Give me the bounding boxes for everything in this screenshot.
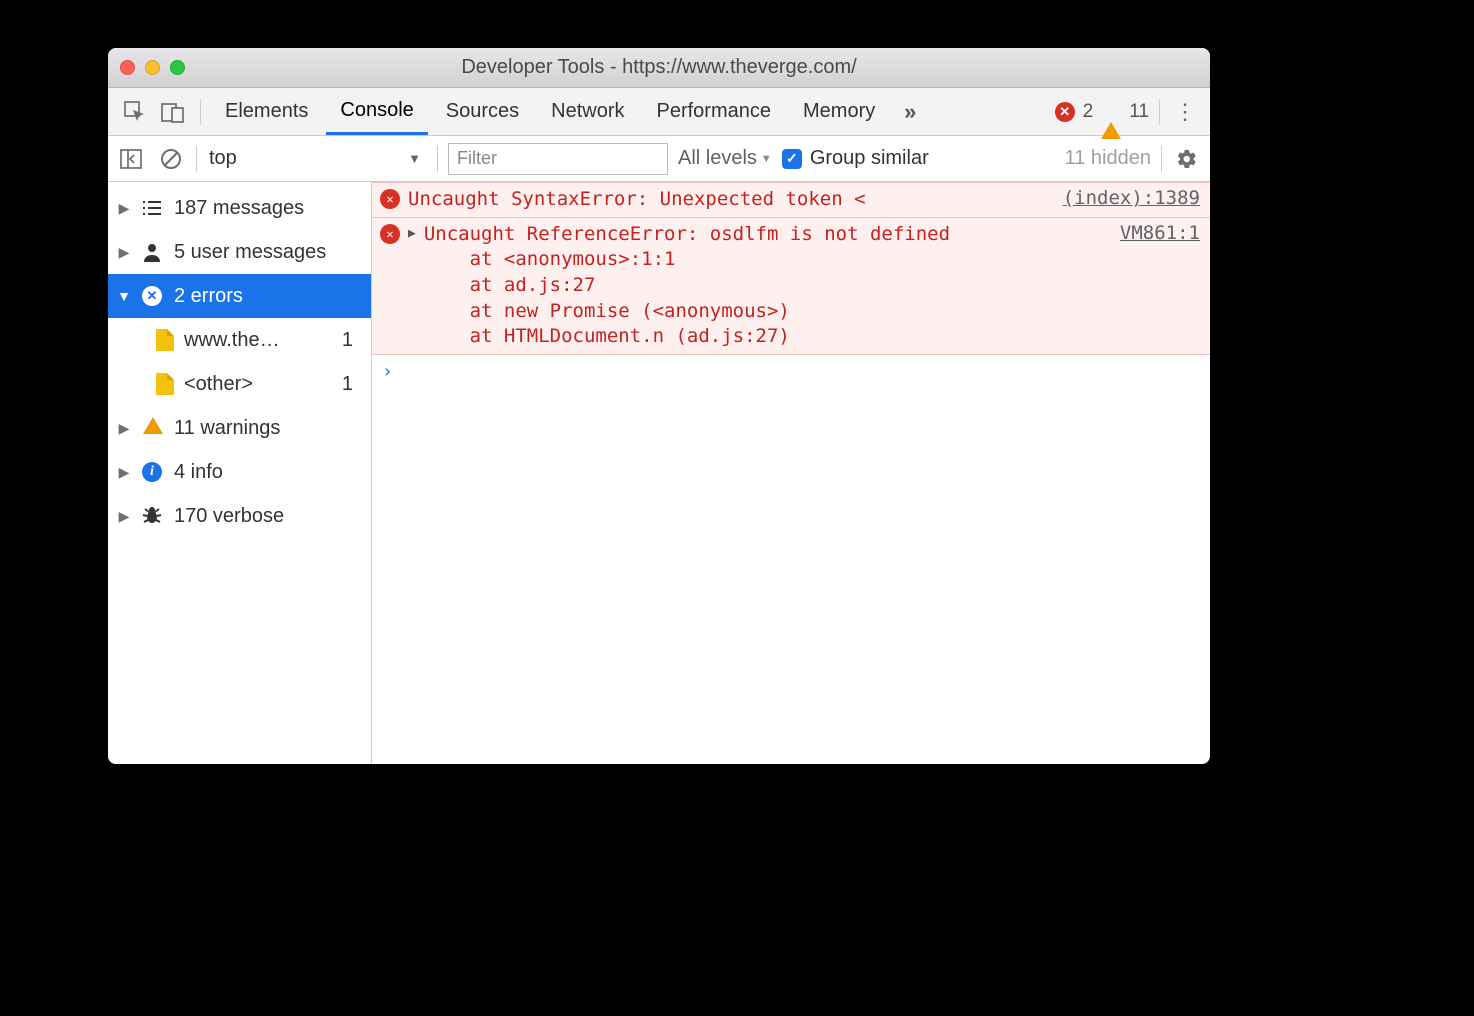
sidebar-item-warnings[interactable]: ▶ 11 warnings [108, 406, 371, 450]
separator [1159, 99, 1160, 125]
source-name: www.the… [184, 329, 280, 352]
console-sidebar: ▶ 187 messages ▶ 5 user messages ▼ ✕ 2 e… [108, 182, 372, 764]
disclosure-icon: ▼ [116, 288, 132, 304]
console-prompt[interactable]: › [372, 355, 1210, 388]
checkbox-checked-icon: ✓ [782, 149, 802, 169]
tab-elements[interactable]: Elements [211, 88, 322, 135]
message-source-link[interactable]: (index):1389 [1063, 187, 1200, 213]
info-icon: i [142, 462, 164, 482]
sidebar-item-user-messages[interactable]: ▶ 5 user messages [108, 230, 371, 274]
devtools-tabbar: Elements Console Sources Network Perform… [108, 88, 1210, 136]
console-output: ✕ Uncaught SyntaxError: Unexpected token… [372, 182, 1210, 764]
disclosure-icon: ▶ [116, 244, 132, 261]
sidebar-item-label: 2 errors [174, 285, 243, 308]
levels-label: All levels [678, 147, 757, 170]
console-toolbar: top ▼ All levels ▼ ✓ Group similar 11 hi… [108, 136, 1210, 182]
user-icon [142, 242, 164, 262]
devtools-window: Developer Tools - https://www.theverge.c… [108, 48, 1210, 764]
message-text: Uncaught SyntaxError: Unexpected token < [408, 187, 1055, 213]
disclosure-icon: ▶ [116, 464, 132, 481]
dropdown-icon: ▼ [408, 151, 421, 166]
message-text: Uncaught ReferenceError: osdlfm is not d… [424, 222, 1112, 350]
sidebar-item-label: 11 warnings [174, 417, 280, 440]
source-count: 1 [342, 329, 353, 352]
close-window-button[interactable] [120, 60, 135, 75]
tab-memory[interactable]: Memory [789, 88, 889, 135]
list-icon [142, 200, 164, 216]
sidebar-item-info[interactable]: ▶ i 4 info [108, 450, 371, 494]
sidebar-item-label: 187 messages [174, 197, 304, 220]
error-icon: ✕ [142, 286, 164, 306]
console-error-message[interactable]: ✕ Uncaught SyntaxError: Unexpected token… [372, 182, 1210, 218]
expand-icon[interactable]: ▶ [408, 226, 416, 350]
toggle-sidebar-icon[interactable] [116, 144, 146, 174]
sidebar-item-label: 5 user messages [174, 241, 326, 264]
clear-console-icon[interactable] [156, 144, 186, 174]
error-icon: ✕ [380, 189, 400, 209]
error-count: 2 [1083, 101, 1094, 123]
separator [1161, 146, 1162, 172]
group-similar-toggle[interactable]: ✓ Group similar [782, 147, 929, 170]
error-icon: ✕ [1055, 102, 1075, 122]
separator [200, 99, 201, 125]
tab-console[interactable]: Console [326, 88, 427, 135]
tab-network[interactable]: Network [537, 88, 638, 135]
kebab-menu-icon[interactable]: ⋮ [1170, 99, 1200, 125]
prompt-icon: › [382, 361, 393, 382]
disclosure-icon: ▶ [116, 420, 132, 437]
context-label: top [209, 147, 237, 170]
sidebar-error-source[interactable]: www.the… 1 [108, 318, 371, 362]
dropdown-icon: ▼ [761, 153, 772, 165]
execution-context-selector[interactable]: top ▼ [207, 144, 427, 174]
source-name: <other> [184, 373, 253, 396]
device-toolbar-icon[interactable] [156, 97, 190, 127]
tabs-overflow-icon[interactable]: » [893, 97, 927, 127]
tab-performance[interactable]: Performance [643, 88, 786, 135]
error-icon: ✕ [380, 224, 400, 244]
sidebar-item-errors[interactable]: ▼ ✕ 2 errors [108, 274, 371, 318]
file-icon [156, 373, 174, 395]
titlebar: Developer Tools - https://www.theverge.c… [108, 48, 1210, 88]
group-similar-label: Group similar [810, 147, 929, 170]
disclosure-icon: ▶ [116, 200, 132, 217]
sidebar-item-verbose[interactable]: ▶ 170 verbose [108, 494, 371, 538]
sidebar-item-messages[interactable]: ▶ 187 messages [108, 186, 371, 230]
sidebar-item-label: 170 verbose [174, 505, 284, 528]
source-count: 1 [342, 373, 353, 396]
warning-icon [142, 417, 164, 440]
zoom-window-button[interactable] [170, 60, 185, 75]
warning-icon [1101, 101, 1121, 139]
separator [196, 146, 197, 172]
separator [437, 146, 438, 172]
file-icon [156, 329, 174, 351]
console-error-message[interactable]: ✕ ▶ Uncaught ReferenceError: osdlfm is n… [372, 218, 1210, 355]
log-levels-selector[interactable]: All levels ▼ [678, 147, 772, 170]
hidden-count[interactable]: 11 hidden [1065, 147, 1151, 170]
tab-sources[interactable]: Sources [432, 88, 533, 135]
warning-count: 11 [1129, 101, 1149, 123]
bug-icon [142, 506, 164, 526]
disclosure-icon: ▶ [116, 508, 132, 525]
error-warning-counts[interactable]: ✕ 2 11 [1055, 101, 1149, 123]
minimize-window-button[interactable] [145, 60, 160, 75]
sidebar-error-source[interactable]: <other> 1 [108, 362, 371, 406]
sidebar-item-label: 4 info [174, 461, 223, 484]
settings-icon[interactable] [1172, 144, 1202, 174]
window-controls [120, 60, 185, 75]
window-title: Developer Tools - https://www.theverge.c… [108, 56, 1210, 79]
inspect-element-icon[interactable] [118, 97, 152, 127]
message-source-link[interactable]: VM861:1 [1120, 222, 1200, 350]
filter-input[interactable] [448, 143, 668, 175]
